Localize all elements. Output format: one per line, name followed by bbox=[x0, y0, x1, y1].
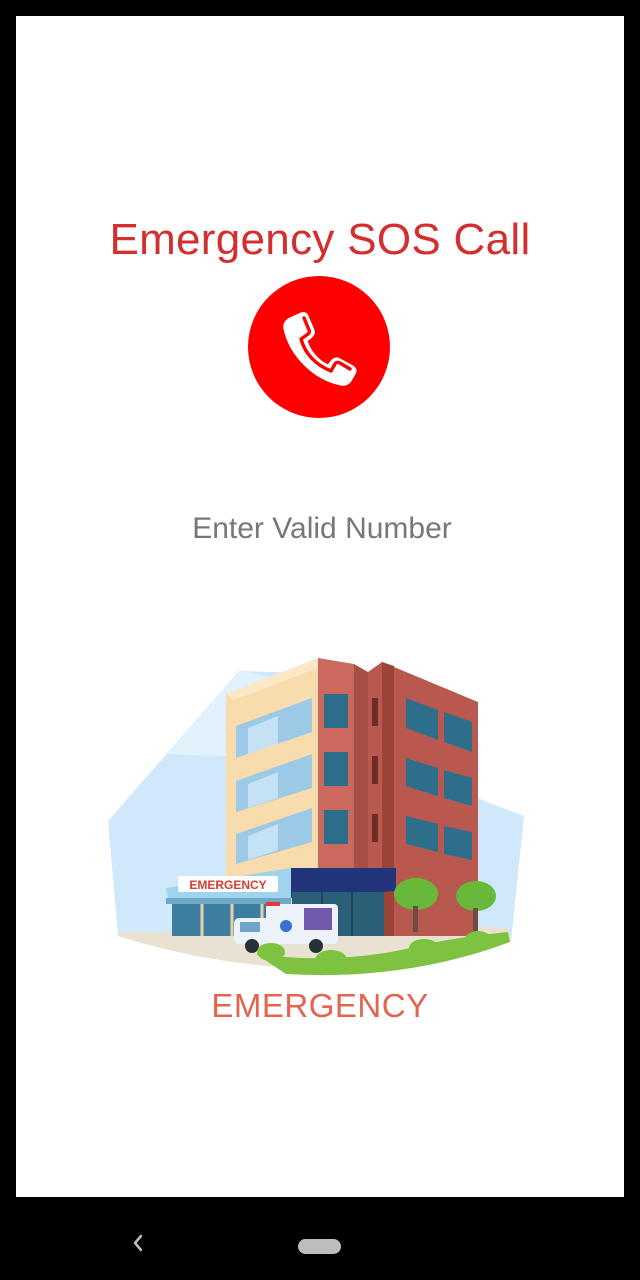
sos-call-button[interactable] bbox=[248, 276, 390, 418]
page-title: Emergency SOS Call bbox=[109, 215, 531, 264]
system-navbar bbox=[0, 1197, 640, 1280]
home-pill-icon[interactable] bbox=[298, 1239, 341, 1254]
nav-back-button[interactable] bbox=[124, 1229, 152, 1257]
hospital-illustration: EMERGENCY bbox=[108, 658, 524, 976]
emergency-label: EMERGENCY bbox=[211, 987, 429, 1024]
app-screen: Emergency SOS Call Enter Valid Number EM… bbox=[16, 16, 624, 1197]
back-chevron-icon bbox=[133, 1234, 143, 1252]
phone-number-input[interactable] bbox=[70, 504, 574, 554]
emergency-sign-text: EMERGENCY bbox=[189, 878, 266, 892]
phone-icon bbox=[283, 312, 357, 386]
